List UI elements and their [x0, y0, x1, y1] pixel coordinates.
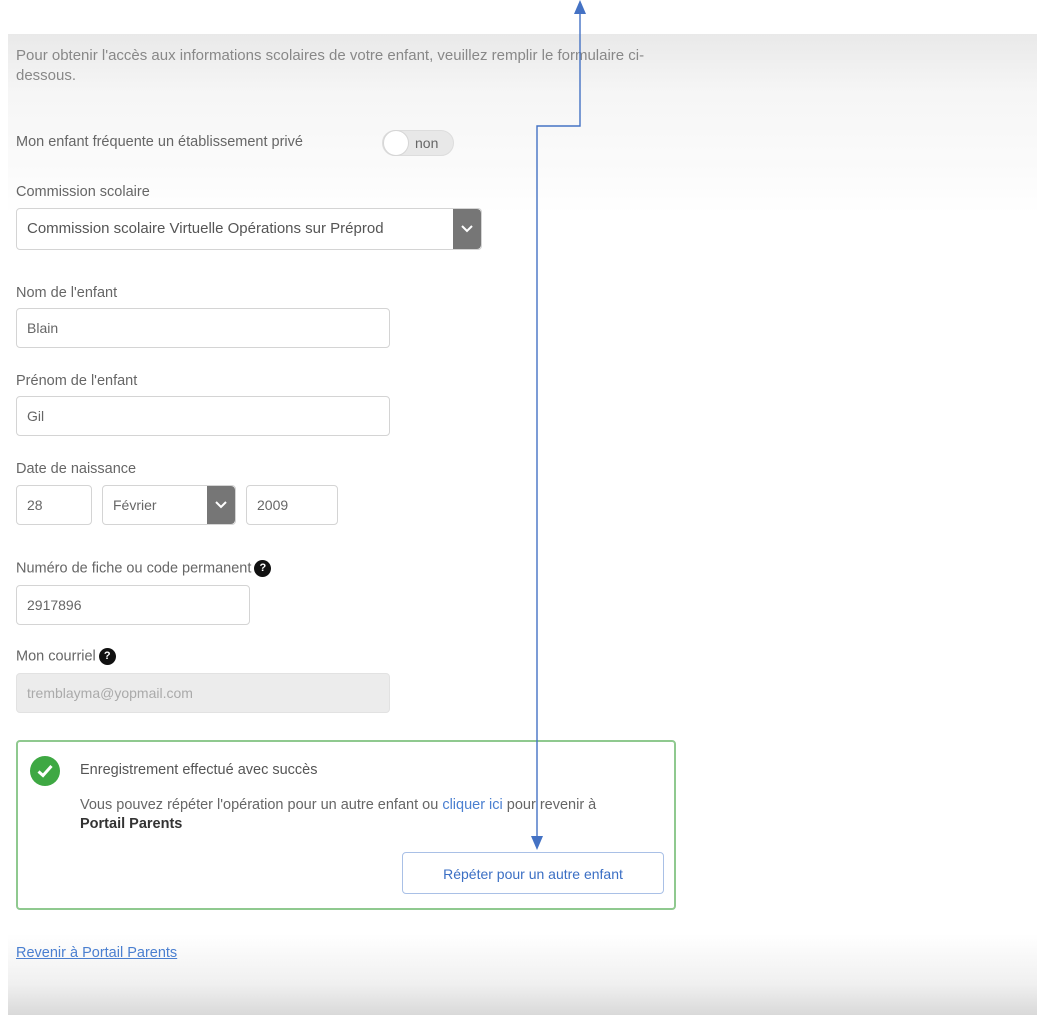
intro-text: Pour obtenir l'accès aux informations sc… [16, 47, 645, 84]
school-board-label: Commission scolaire [16, 184, 150, 200]
school-board-select[interactable]: Commission scolaire Virtuelle Opérations… [16, 208, 482, 250]
toggle-knob [383, 130, 409, 156]
child-last-name-value: Blain [27, 320, 59, 336]
email-input: tremblayma@yopmail.com [16, 673, 390, 713]
birth-year-input[interactable]: 2009 [246, 485, 338, 525]
birth-day-input[interactable]: 28 [16, 485, 92, 525]
birth-date-label: Date de naissance [16, 461, 137, 477]
success-title: Enregistrement effectué avec succès [80, 762, 318, 778]
repeat-for-another-child-button[interactable]: Répéter pour un autre enfant [402, 852, 664, 894]
email-label-row: Mon courriel? [16, 648, 116, 665]
birth-month-select[interactable]: Février [102, 485, 236, 525]
child-first-name-input[interactable]: Gil [16, 396, 390, 436]
chevron-down-icon [453, 209, 481, 249]
birth-day-value: 28 [27, 497, 43, 513]
email-value: tremblayma@yopmail.com [27, 685, 193, 701]
email-label: Mon courriel [16, 648, 96, 665]
check-circle-icon [30, 756, 60, 786]
question-icon[interactable]: ? [254, 560, 272, 577]
child-last-name-label: Nom de l'enfant [16, 285, 118, 301]
back-to-portal-link[interactable]: Revenir à Portail Parents [16, 945, 177, 961]
toggle-value: non [415, 135, 439, 151]
click-here-link[interactable]: cliquer ici [442, 797, 502, 813]
success-panel: Enregistrement effectué avec succès Vous… [16, 740, 676, 910]
record-number-label: Numéro de fiche ou code permanent [16, 560, 252, 577]
private-school-toggle[interactable]: non [382, 130, 454, 156]
record-number-input[interactable]: 2917896 [16, 585, 250, 625]
child-first-name-value: Gil [27, 408, 45, 424]
portal-name: Portail Parents [80, 816, 183, 832]
school-board-value: Commission scolaire Virtuelle Opérations… [27, 220, 384, 237]
child-last-name-input[interactable]: Blain [16, 308, 390, 348]
record-number-value: 2917896 [27, 597, 82, 613]
success-message: Vous pouvez répéter l'opération pour un … [80, 796, 640, 834]
birth-year-value: 2009 [257, 497, 289, 513]
private-school-label: Mon enfant fréquente un établissement pr… [16, 134, 303, 150]
success-text-before: Vous pouvez répéter l'opération pour un … [80, 797, 443, 813]
question-icon[interactable]: ? [98, 648, 116, 665]
birth-month-value: Février [113, 497, 157, 513]
success-text-after: pour revenir à [502, 797, 597, 813]
child-first-name-label: Prénom de l'enfant [16, 373, 138, 389]
chevron-down-icon [207, 486, 235, 524]
record-number-label-row: Numéro de fiche ou code permanent? [16, 560, 272, 577]
